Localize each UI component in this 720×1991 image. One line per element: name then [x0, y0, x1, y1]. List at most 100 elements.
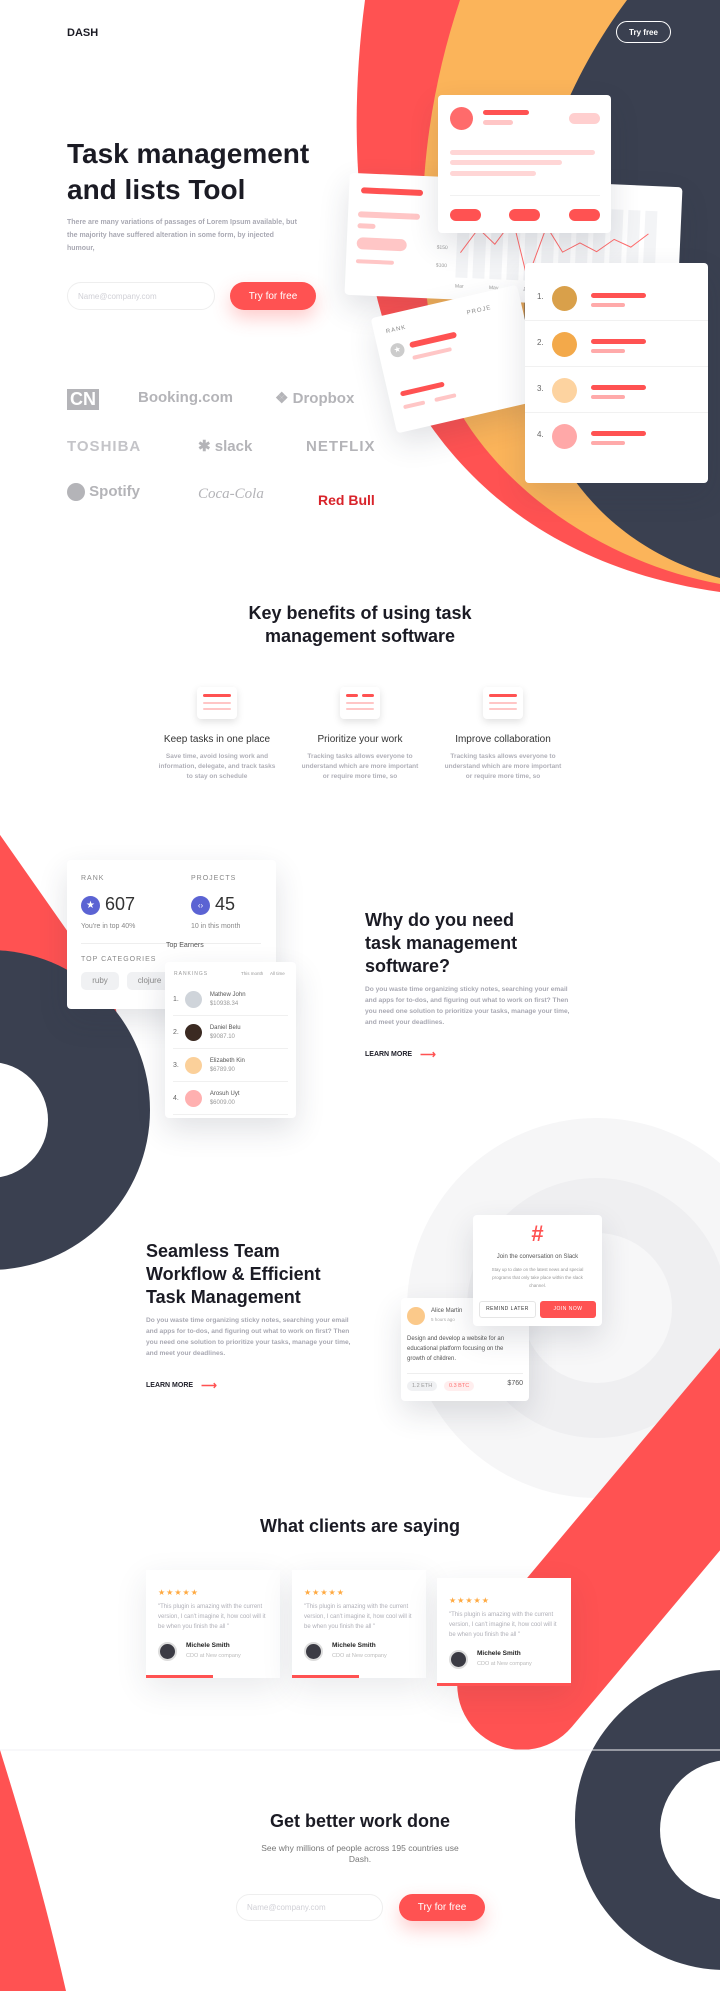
slack-card: # Join the conversation on Slack Stay up…: [473, 1215, 602, 1326]
benefit-title: Improve collaboration: [455, 734, 551, 745]
testimonial-name: Michele Smith: [186, 1642, 230, 1649]
learn-more-label: LEARN MORE: [365, 1051, 413, 1058]
cta-title: Get better work done: [269, 1811, 451, 1831]
code-icon: ‹›: [191, 896, 210, 915]
testimonial-card: ★★★★★ "This plugin is amazing with the c…: [437, 1578, 571, 1686]
benefit-desc: Save time, avoid losing work and informa…: [158, 753, 276, 780]
seamless-title-line: Workflow & Efficient: [146, 1264, 321, 1284]
ranking-name: Elizabeth Kin: [209, 1058, 245, 1064]
why-title-line: software?: [365, 956, 451, 976]
why-learn-more-link[interactable]: LEARN MORE ⟶: [365, 1048, 436, 1061]
logo-cocacola: Coca-Cola: [198, 486, 264, 502]
task-price: $760: [507, 1380, 523, 1387]
mockup-rank-label: RANK: [385, 324, 407, 336]
hero-email-input[interactable]: Name@company.com: [67, 282, 215, 310]
chart-y-label: $100: [436, 263, 448, 269]
hero-desc: There are many variations of passages of…: [67, 219, 297, 252]
ranking-name: Daniel Belu: [209, 1025, 241, 1031]
avatar: [184, 1090, 202, 1107]
projects-value: 45: [215, 894, 236, 914]
testimonials-title: What clients are saying: [259, 1516, 461, 1536]
testimonial-progress: [437, 1683, 571, 1686]
why-title-line: task management: [365, 933, 518, 953]
hero-title-line: and lists Tool: [67, 174, 246, 205]
rankings-card: RANKINGS This month All time 1. Mathew J…: [165, 962, 296, 1118]
rating-stars-icon: ★★★★★: [158, 1588, 199, 1597]
mockup-list-row: 4.: [525, 413, 708, 459]
cta-email-input[interactable]: Name@company.com: [236, 1894, 383, 1921]
eth-tag: 1.2 ETH: [407, 1381, 438, 1391]
rankings-label: RANKINGS: [174, 971, 209, 977]
logo-cn: CN: [67, 389, 99, 410]
list-number: 4.: [537, 430, 544, 439]
btc-tag: 0.3 BTC: [444, 1381, 475, 1391]
try-free-button[interactable]: Try free: [616, 21, 671, 43]
mockup-list-row: 1.: [525, 275, 708, 321]
avatar: [184, 991, 202, 1008]
seamless-title-line: Task Management: [146, 1287, 301, 1307]
testimonial-role: CDO at New company: [332, 1653, 387, 1659]
cta-sub: See why millions of people across 195 co…: [261, 1843, 459, 1864]
mockup-list-row: 2.: [525, 321, 708, 367]
slack-icon: ✱: [198, 438, 211, 455]
logo-text: slack: [214, 438, 253, 455]
testimonial-card: ★★★★★ "This plugin is amazing with the c…: [146, 1570, 280, 1678]
ranking-amount: $9087.10: [209, 1034, 235, 1040]
top-categories-label: TOP CATEGORIES: [81, 956, 157, 963]
logo-redbull: Red Bull: [318, 492, 375, 508]
ranking-num: 2.: [173, 1029, 179, 1036]
ranking-num: 4.: [173, 1095, 179, 1102]
seamless-title: Seamless Team Workflow & Efficient Task …: [146, 1240, 321, 1309]
category-chip[interactable]: ruby: [81, 972, 119, 990]
ranking-row[interactable]: 2. Daniel Belu $9087.10: [173, 1017, 288, 1049]
testimonial-quote: "This plugin is amazing with the current…: [158, 1604, 266, 1630]
hero-title-line: Task management: [67, 138, 310, 169]
seamless-title-line: Seamless Team: [146, 1241, 280, 1261]
avatar: [184, 1057, 202, 1074]
join-now-button[interactable]: JOIN NOW: [540, 1301, 596, 1318]
why-title-line: Why do you need: [365, 910, 515, 930]
testimonial-name: Michele Smith: [332, 1642, 376, 1649]
top-earners-label: Top Earners: [166, 942, 204, 949]
arrow-right-icon: ⟶: [420, 1049, 436, 1061]
logo-netflix: NETFLIX: [306, 438, 376, 455]
logo-booking: Booking.com: [138, 389, 234, 406]
benefit-title: Prioritize your work: [317, 734, 403, 745]
testimonial-progress: [146, 1675, 213, 1678]
logo[interactable]: DASH: [67, 27, 98, 39]
rank-sub: You're in top 40%: [81, 923, 136, 930]
benefit-desc: Tracking tasks allows everyone to unders…: [444, 753, 562, 780]
ranking-name: Mathew John: [209, 992, 246, 998]
checklist-icon: [197, 687, 237, 719]
why-title: Why do you need task management software…: [365, 909, 517, 978]
seamless-desc: Do you waste time organizing sticky note…: [146, 1317, 351, 1357]
hero-try-button[interactable]: Try for free: [230, 282, 316, 310]
ranking-row[interactable]: 4. Arosuh Uyt $6009.00: [173, 1083, 288, 1115]
mockup-list-row: 3.: [525, 367, 708, 413]
mockup-projects-label: PROJE: [466, 305, 493, 317]
ranking-row[interactable]: 1. Mathew John $10938.34: [173, 984, 288, 1016]
learn-more-label: LEARN MORE: [146, 1382, 194, 1389]
tab-all-time[interactable]: All time: [270, 971, 285, 976]
projects-sub: 10 in this month: [191, 923, 241, 930]
tab-this-month[interactable]: This month: [241, 971, 263, 976]
ranking-row[interactable]: 3. Elizabeth Kin $6789.90: [173, 1050, 288, 1082]
columns-icon: [340, 687, 380, 719]
logo-text: Spotify: [89, 483, 141, 500]
rating-stars-icon: ★★★★★: [449, 1596, 490, 1605]
benefits-title-line: management software: [264, 626, 456, 646]
ranking-num: 3.: [173, 1062, 179, 1069]
remind-later-button[interactable]: REMIND LATER: [479, 1301, 536, 1318]
rank-value: 607: [105, 894, 136, 914]
chart-y-label: $150: [437, 245, 449, 251]
chart-x-label: Mar: [455, 283, 464, 289]
logo-text: Dropbox: [292, 390, 355, 407]
avatar: [449, 1650, 468, 1669]
testimonial-role: CDO at New company: [477, 1661, 532, 1667]
cta-try-button[interactable]: Try for free: [399, 1894, 485, 1921]
seamless-learn-more-link[interactable]: LEARN MORE ⟶: [146, 1379, 217, 1392]
slack-title: Join the conversation on Slack: [496, 1254, 579, 1260]
avatar: [184, 1024, 202, 1041]
ranking-name: Arosuh Uyt: [209, 1091, 240, 1097]
slack-hash-icon: #: [531, 1221, 544, 1246]
